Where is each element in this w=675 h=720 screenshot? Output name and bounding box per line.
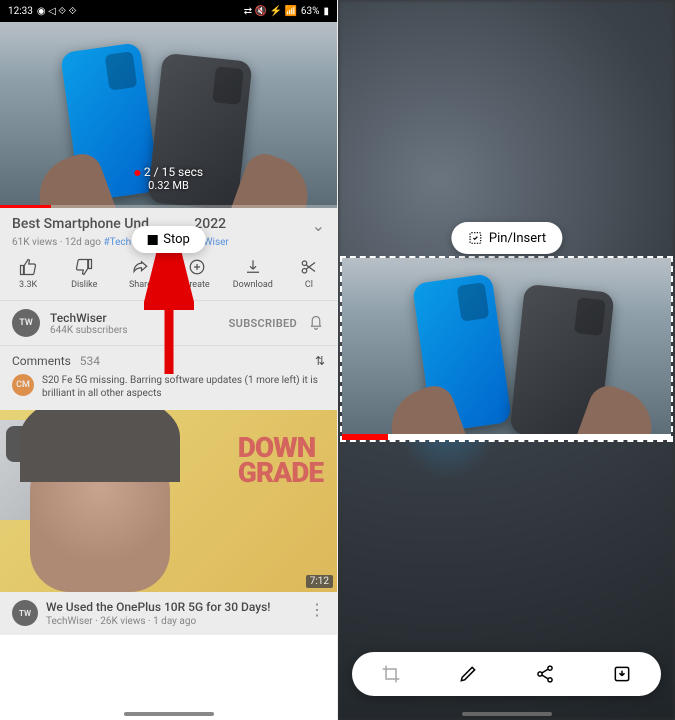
status-battery: 63% [301,6,320,17]
stop-label: Stop [163,232,190,247]
notification-bell-button[interactable] [307,312,325,334]
video-views: 61K views [12,237,57,248]
chevron-down-icon[interactable]: ⌄ [312,216,325,235]
youtube-screen: 12:33 ◉ ◁ ⟐ ⟐ ⇄ 🔇 ⚡ 📶 63% ▮ 2 / 15 secs … [0,0,338,720]
recording-overlay: 2 / 15 secs 0.32 MB [134,165,203,192]
thumbs-up-icon [19,258,37,276]
suggested-video-sub: TechWiser · 26K views · 1 day ago [46,616,301,627]
crop-progress-bar [342,434,671,440]
hashtag-link[interactable]: #Tech [103,237,131,248]
annotation-arrow [144,246,194,376]
suggested-video-meta[interactable]: TW We Used the OnePlus 10R 5G for 30 Day… [0,592,337,635]
like-button[interactable]: 3.3K [0,258,56,290]
record-time: 2 / 15 secs [144,165,203,179]
video-duration-badge: 7:12 [306,575,333,588]
channel-name: TechWiser [50,311,229,325]
bell-icon [307,312,325,330]
pin-insert-label: Pin/Insert [489,231,546,246]
pin-insert-button[interactable]: Pin/Insert [451,222,562,254]
subscribe-button[interactable]: SUBSCRIBED [229,317,297,330]
channel-subs: 644K subscribers [50,325,229,336]
video-player[interactable]: 2 / 15 secs 0.32 MB [0,22,337,208]
expand-icon[interactable]: ⇅ [315,354,325,368]
channel-avatar[interactable]: TW [12,309,40,337]
screenshot-editor-screen: Pin/Insert [338,0,675,720]
thumb-text-2: GRADE [238,460,323,485]
gesture-bar[interactable] [124,712,214,716]
comments-count: 534 [80,354,100,368]
download-button[interactable]: Download [225,258,281,290]
stop-recording-button[interactable]: Stop [131,226,206,253]
share-icon [535,664,555,684]
editor-toolbar [352,652,661,696]
clip-button[interactable]: Cl [281,258,337,290]
crop-button[interactable] [371,654,411,694]
more-vertical-icon[interactable]: ⋮ [309,600,325,627]
video-title-part1: Best Smartphone Und [12,216,149,232]
crop-icon [381,664,401,684]
commenter-avatar: CM [12,374,34,396]
crop-selection[interactable] [340,256,673,442]
download-box-icon [612,664,632,684]
stop-icon [147,235,157,245]
suggested-video-title: We Used the OnePlus 10R 5G for 30 Days! [46,600,301,614]
save-button[interactable] [602,654,642,694]
pin-icon [467,230,483,246]
gesture-bar[interactable] [462,712,552,716]
comment-text: S20 Fe 5G missing. Barring software upda… [42,374,325,400]
scissors-icon [300,258,318,276]
suggested-channel-avatar: TW [12,600,38,626]
status-time: 12:33 [8,6,33,17]
status-app-icons: ◉ ◁ ⟐ ⟐ [37,6,77,17]
battery-icon: ▮ [323,6,329,17]
pencil-icon [458,664,478,684]
record-dot-icon [134,170,140,176]
dislike-button[interactable]: Dislike [56,258,112,290]
edit-button[interactable] [448,654,488,694]
cropped-thumbnail [342,258,671,440]
share-button[interactable] [525,654,565,694]
record-size: 0.32 MB [134,179,203,192]
download-icon [244,258,262,276]
thumbs-down-icon [75,258,93,276]
top-comment[interactable]: CM S20 Fe 5G missing. Barring software u… [0,372,337,410]
video-age: 12d ago [65,237,101,248]
status-net-icons: ⇄ 🔇 ⚡ 📶 [244,6,297,17]
status-bar: 12:33 ◉ ◁ ⟐ ⟐ ⇄ 🔇 ⚡ 📶 63% ▮ [0,0,337,22]
suggested-video-thumb[interactable]: DOWN GRADE 7:12 [0,410,337,592]
